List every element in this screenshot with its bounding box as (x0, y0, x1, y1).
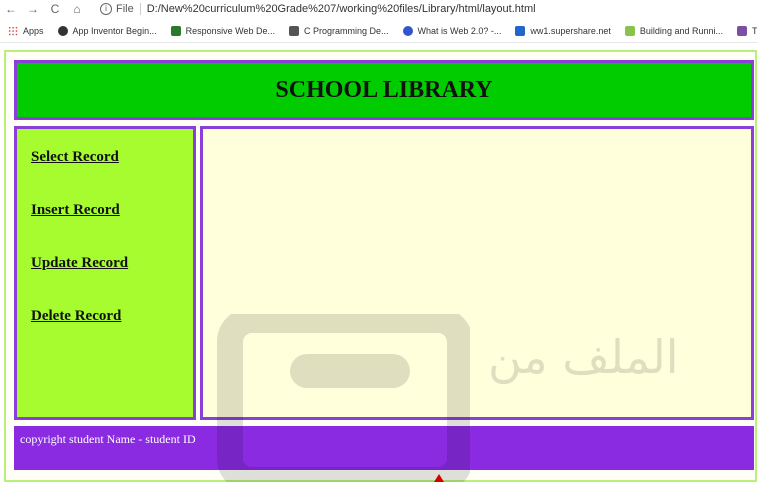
url-separator (139, 3, 141, 15)
bookmark-label: T (751, 26, 757, 36)
update-record-link[interactable]: Update Record (31, 255, 193, 272)
bookmark-apps[interactable]: Apps (8, 26, 44, 36)
bookmarks-bar: Apps App Inventor Begin... Responsive We… (0, 20, 757, 43)
bookmark-label: Apps (23, 26, 44, 36)
s-icon (515, 26, 526, 36)
bookmark-responsive-web[interactable]: Responsive Web De... (170, 26, 275, 36)
bookmark-label: What is Web 2.0? -... (417, 26, 502, 36)
bookmark-label: ww1.supershare.net (530, 26, 611, 36)
back-icon[interactable]: ← (0, 0, 22, 18)
main-content-area (200, 126, 754, 420)
android-icon (624, 26, 635, 36)
page-title: SCHOOL LIBRARY (275, 76, 493, 103)
footer-copyright: copyright student Name - student ID (20, 432, 196, 446)
app-inventor-icon (57, 26, 68, 36)
bookmark-w[interactable]: T (736, 26, 757, 36)
bookmark-web20[interactable]: What is Web 2.0? -... (402, 26, 502, 36)
bookmark-label: Responsive Web De... (185, 26, 275, 36)
c-programming-icon (288, 26, 299, 36)
info-icon[interactable]: i (100, 3, 112, 15)
url-field[interactable]: D:/New%20curriculum%20Grade%207/working%… (147, 3, 536, 15)
infinity-icon (402, 26, 413, 36)
forward-icon[interactable]: → (22, 0, 44, 18)
bookmark-c-programming[interactable]: C Programming De... (288, 26, 389, 36)
bookmark-supershare[interactable]: ww1.supershare.net (515, 26, 611, 36)
bookmark-building-running[interactable]: Building and Runni... (624, 26, 723, 36)
bookmark-label: C Programming De... (303, 26, 389, 36)
page-footer: copyright student Name - student ID (14, 426, 754, 470)
w3-icon (170, 26, 181, 36)
delete-record-link[interactable]: Delete Record (31, 308, 193, 325)
bookmark-label: Building and Runni... (639, 26, 723, 36)
bookmark-label: App Inventor Begin... (72, 26, 157, 36)
reload-icon[interactable]: C (44, 0, 66, 18)
page-header: SCHOOL LIBRARY (14, 60, 754, 120)
file-label: File (116, 3, 134, 15)
home-icon[interactable]: ⌂ (66, 0, 88, 18)
apps-grid-icon (8, 26, 18, 36)
select-record-link[interactable]: Select Record (31, 149, 193, 166)
page-frame: SCHOOL LIBRARY Select Record Insert Reco… (4, 50, 757, 482)
sidebar-nav: Select Record Insert Record Update Recor… (14, 126, 196, 420)
pointer-marker-icon (434, 474, 444, 482)
bookmark-app-inventor[interactable]: App Inventor Begin... (57, 26, 157, 36)
insert-record-link[interactable]: Insert Record (31, 202, 193, 219)
w-icon (736, 26, 747, 36)
address-bar: ← → C ⌂ i File D:/New%20curriculum%20Gra… (0, 0, 757, 18)
